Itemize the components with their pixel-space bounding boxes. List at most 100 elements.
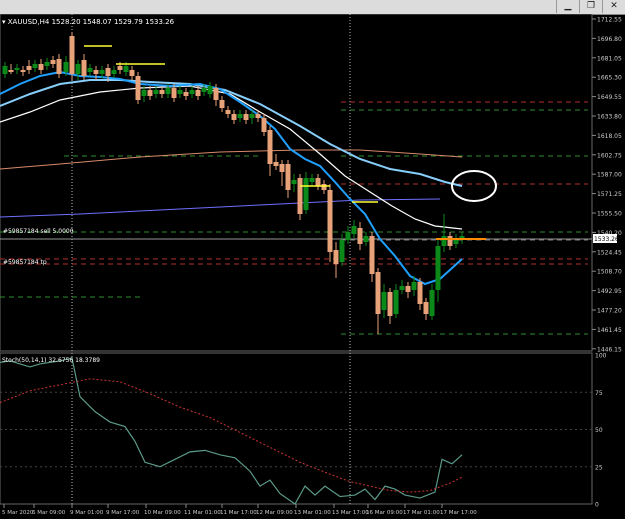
candle-body	[177, 90, 183, 94]
close-button[interactable]: ✕	[602, 0, 625, 13]
candle-body	[255, 114, 261, 118]
oscillator-scale-label: 0	[595, 502, 599, 509]
candle-body	[309, 178, 315, 182]
candle-body	[429, 290, 435, 316]
candle-body	[111, 70, 117, 74]
time-label: 17 Mar 01:00	[403, 510, 440, 516]
window-buttons: ▁ ❐ ✕	[556, 0, 625, 14]
time-label: 16 Mar 09:00	[366, 510, 403, 516]
price-label: 1461.45	[597, 327, 622, 334]
stochastic-label: Stoch(50,14,1) 32.6756 18.3789	[2, 357, 100, 364]
candle-body	[159, 90, 165, 94]
candle-body	[363, 236, 369, 242]
price-label: 1492.95	[597, 288, 622, 295]
time-axis: 5 Mar 20206 Mar 09:00 9 Mar 01:00 9 Mar 17…	[2, 504, 477, 516]
candle-body	[20, 70, 26, 72]
candle-body	[315, 178, 321, 186]
candle-body	[327, 190, 333, 252]
candle-body	[171, 88, 177, 98]
candle-body	[261, 118, 267, 132]
candle-body	[369, 236, 375, 274]
candle-body	[195, 90, 201, 96]
candle-body	[87, 68, 93, 72]
candle-body	[165, 88, 171, 94]
candle-body	[441, 236, 447, 246]
price-label: 1555.50	[597, 211, 622, 218]
candle-body	[381, 292, 387, 310]
candle-body	[267, 130, 273, 164]
candle-body	[345, 232, 351, 240]
price-label: 1696.80	[597, 36, 622, 43]
time-label: 9 Mar 17:00	[106, 510, 140, 516]
candle-body	[44, 62, 50, 66]
candle-body	[183, 92, 189, 96]
candle-body	[357, 228, 363, 244]
candle-body	[56, 59, 62, 74]
candle-body	[189, 90, 195, 94]
candle	[297, 174, 303, 220]
price-label: 1602.75	[597, 152, 622, 159]
time-label: 11 Mar 17:00	[220, 510, 257, 516]
candle-body	[81, 60, 87, 76]
price-label: 1633.80	[597, 114, 622, 121]
oscillator-scale-label: 25	[595, 464, 603, 471]
candle-body	[75, 64, 81, 74]
candle-body	[117, 66, 123, 70]
candle-body	[405, 286, 411, 292]
candle-body	[69, 36, 75, 74]
candle-body	[135, 76, 141, 100]
candle-body	[201, 88, 207, 92]
sell-order-label[interactable]: #59857184 sell 5.0000	[3, 228, 74, 235]
time-label: 13 Mar 17:00	[332, 510, 369, 516]
candle	[327, 184, 333, 262]
price-label: 1587.00	[597, 172, 622, 179]
candle-body	[8, 70, 14, 72]
price-label: 1618.05	[597, 133, 622, 140]
candle-body	[351, 226, 357, 234]
price-label: 1649.55	[597, 94, 622, 101]
candle-body	[249, 114, 255, 118]
candle-body	[219, 100, 225, 108]
restore-button[interactable]: ❐	[579, 0, 602, 13]
oscillator-scale-label: 75	[595, 390, 603, 397]
candle-body	[105, 68, 111, 76]
candle-body	[38, 64, 44, 70]
candle-body	[297, 178, 303, 214]
oscillator-frame	[0, 352, 593, 505]
candle-body	[393, 290, 399, 314]
oscillator-scale-label: 100	[595, 353, 607, 360]
candle-body	[99, 70, 105, 74]
oscillator-axis: 100 75 50 25 0	[595, 353, 607, 509]
oscillator-scale-label: 50	[595, 427, 603, 434]
candle-body	[231, 114, 237, 120]
symbol-header: ▾ XAUUSD,H4 1528.20 1548.07 1529.79 1533…	[2, 18, 175, 26]
candle-body	[387, 292, 393, 316]
candle-body	[2, 66, 8, 74]
candle-body	[141, 90, 147, 96]
candle-body	[375, 272, 381, 314]
candle-body	[321, 184, 327, 190]
candle-body	[129, 70, 135, 76]
candle-body	[447, 236, 453, 246]
candle-body	[123, 66, 129, 72]
candle-body	[153, 90, 159, 94]
price-label: 1524.45	[597, 249, 622, 256]
candle-body	[243, 114, 249, 120]
candle-body	[93, 70, 99, 74]
take-profit-label[interactable]: #59857184 tp	[3, 259, 47, 266]
candle-body	[333, 250, 339, 264]
candle-body	[435, 246, 441, 290]
candle-body	[63, 62, 69, 72]
price-label: 1477.20	[597, 308, 622, 315]
candle-body	[213, 88, 219, 100]
price-chart[interactable]: ▾ XAUUSD,H4 1528.20 1548.07 1529.79 1533…	[0, 14, 625, 519]
candle-body	[207, 86, 213, 94]
price-label: 1665.30	[597, 75, 622, 82]
candle-body	[423, 302, 429, 314]
candle-body	[14, 68, 20, 70]
price-label: 1508.70	[597, 269, 622, 276]
chart-window: ▁ ❐ ✕ ▾ XAUUSD,H4 1528.20 1548.07 1529.7…	[0, 0, 625, 519]
minimize-button[interactable]: ▁	[556, 0, 579, 13]
price-label: 1681.05	[597, 55, 622, 62]
candle-body	[291, 180, 297, 184]
